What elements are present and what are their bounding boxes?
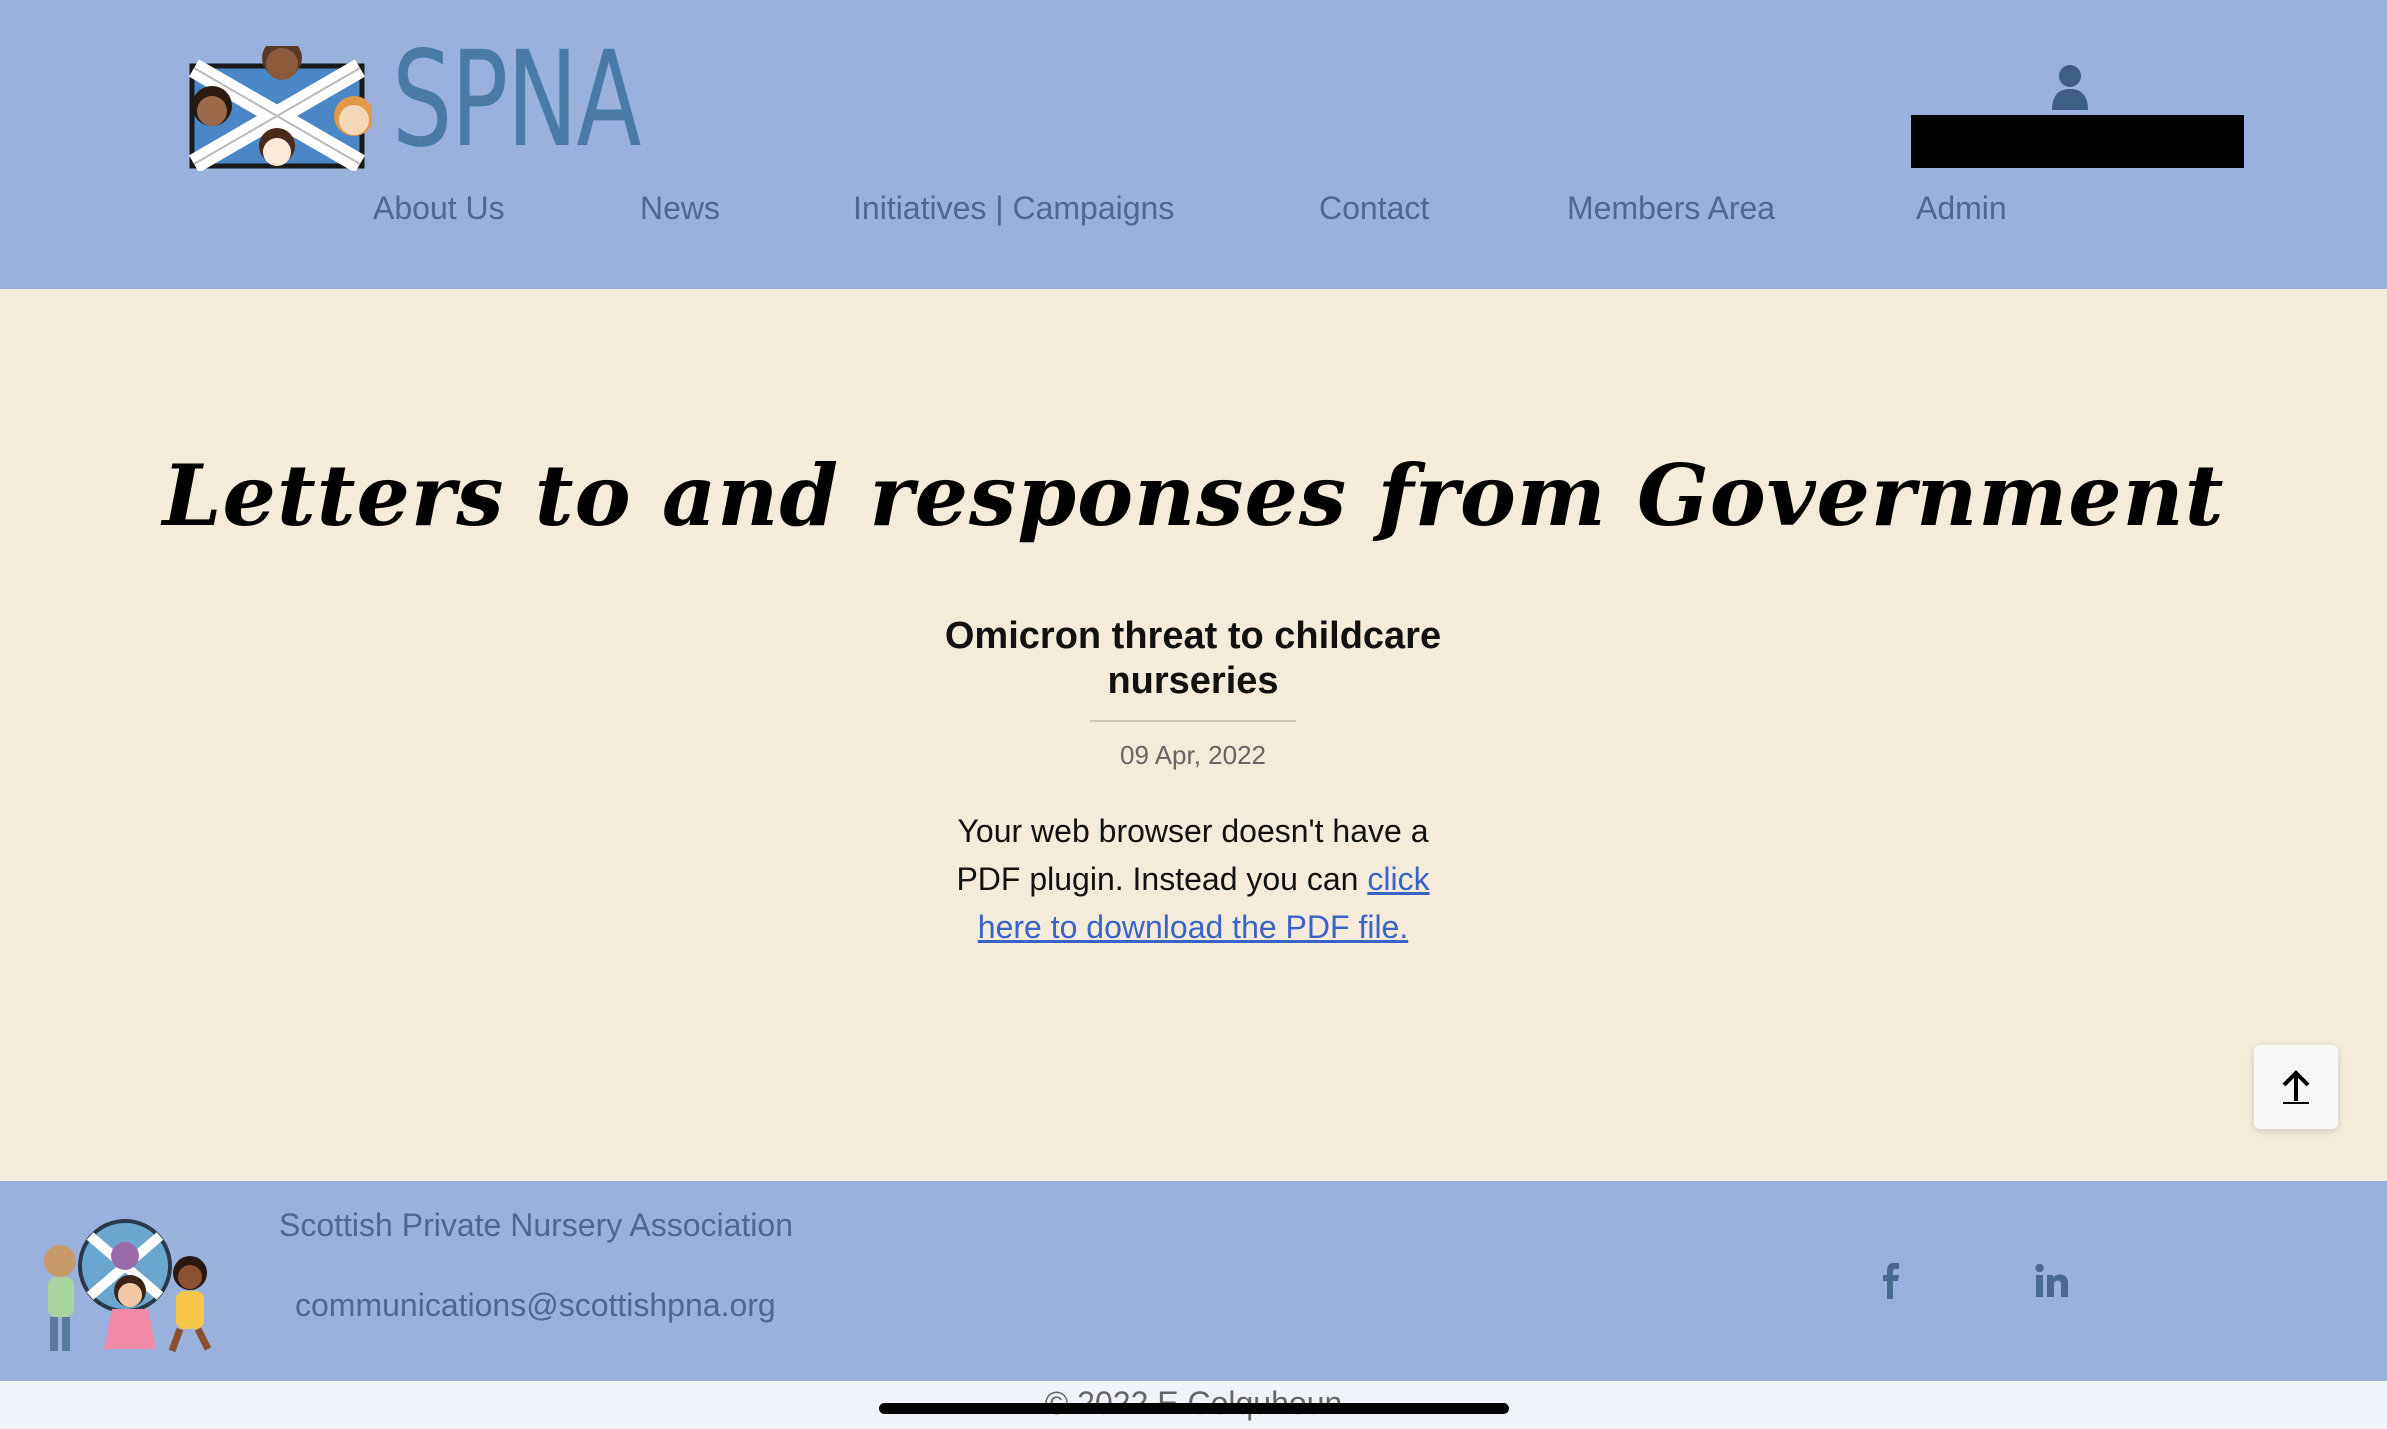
main-nav: About Us News Initiatives | Campaigns Co…	[0, 190, 2387, 234]
user-account-icon[interactable]	[2050, 64, 2090, 110]
footer-children-logo-icon	[44, 1219, 212, 1353]
saltire-children-logo-icon	[188, 46, 372, 171]
nav-news[interactable]: News	[640, 190, 720, 227]
post-body: Your web browser doesn't have a PDF plug…	[893, 807, 1493, 951]
nav-initiatives-campaigns[interactable]: Initiatives | Campaigns	[853, 190, 1174, 227]
logo-wordmark: SPNA	[392, 23, 641, 177]
nav-about-us[interactable]: About Us	[373, 190, 505, 227]
nav-contact[interactable]: Contact	[1319, 190, 1429, 227]
nav-members-area[interactable]: Members Area	[1567, 190, 1775, 227]
post-date: 09 Apr, 2022	[1119, 740, 1267, 770]
page-title: Letters to and responses from Government	[162, 446, 2225, 546]
site-footer: Scottish Private Nursery Association com…	[0, 1181, 2387, 1381]
redacted-account-name	[1911, 115, 2244, 168]
spna-logo[interactable]: SPNA	[182, 34, 641, 175]
site-header: SPNA About Us News Initiatives | Campaig…	[0, 0, 2387, 289]
back-to-top-button[interactable]	[2254, 1045, 2338, 1129]
linkedin-icon[interactable]	[2032, 1261, 2072, 1301]
home-indicator[interactable]	[879, 1403, 1509, 1414]
arrow-up-icon	[2282, 1070, 2310, 1104]
nav-admin[interactable]: Admin	[1916, 190, 2007, 227]
post-divider	[1090, 720, 1296, 722]
footer-email-link[interactable]: communications@scottishpna.org	[295, 1287, 776, 1324]
pdf-fallback-text: Your web browser doesn't have a PDF plug…	[956, 813, 1429, 897]
post-card: Omicron threat to childcare nurseries 09…	[893, 614, 1493, 951]
facebook-icon[interactable]	[1872, 1261, 1912, 1301]
footer-org-name: Scottish Private Nursery Association	[279, 1207, 793, 1243]
post-title[interactable]: Omicron threat to childcare nurseries	[893, 614, 1493, 704]
